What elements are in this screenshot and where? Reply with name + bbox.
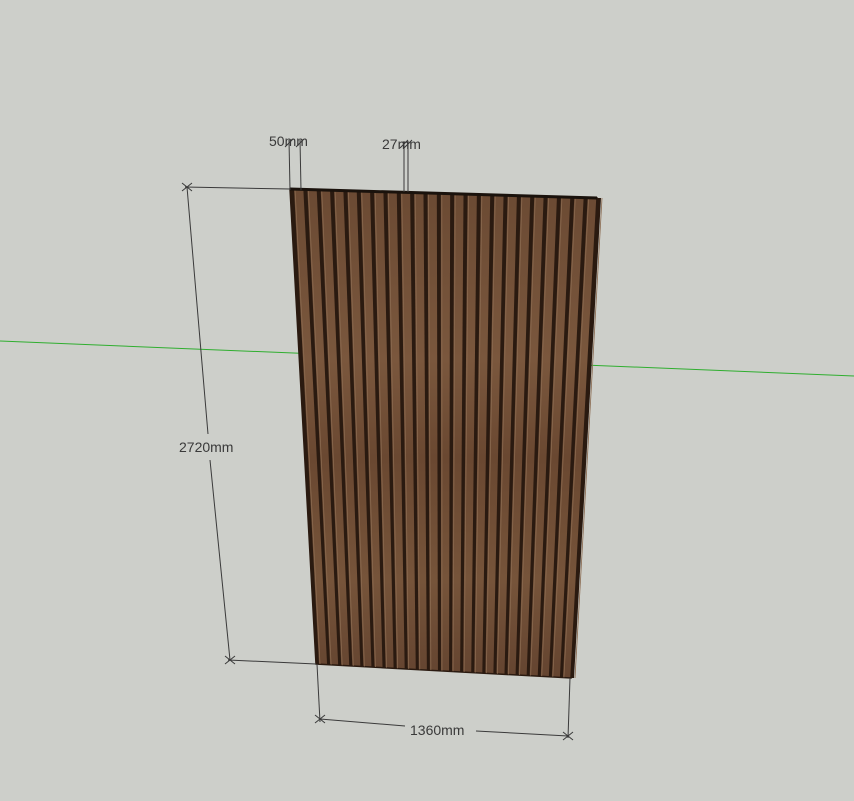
height-extension-bottom xyxy=(227,659,317,665)
width-dimension-line-right xyxy=(475,730,569,737)
height-dimension-line-lower xyxy=(209,459,231,661)
slat-width-dimension[interactable]: 50mm xyxy=(269,133,308,191)
width-dimension-line-left xyxy=(319,718,406,727)
slat-panel[interactable] xyxy=(289,187,603,679)
height-label: 2720mm xyxy=(179,439,233,455)
width-label: 1360mm xyxy=(410,722,464,738)
height-dimension-line-upper xyxy=(186,186,209,435)
height-extension-top xyxy=(184,186,291,190)
slat-width-label: 50mm xyxy=(269,133,308,149)
model-viewport[interactable]: 2720mm 1360mm 50mm 27mm xyxy=(0,0,854,801)
width-extension-left xyxy=(316,663,321,723)
gap-width-dimension[interactable]: 27mm xyxy=(382,136,421,192)
width-extension-right xyxy=(567,677,571,739)
gap-width-label: 27mm xyxy=(382,136,421,152)
